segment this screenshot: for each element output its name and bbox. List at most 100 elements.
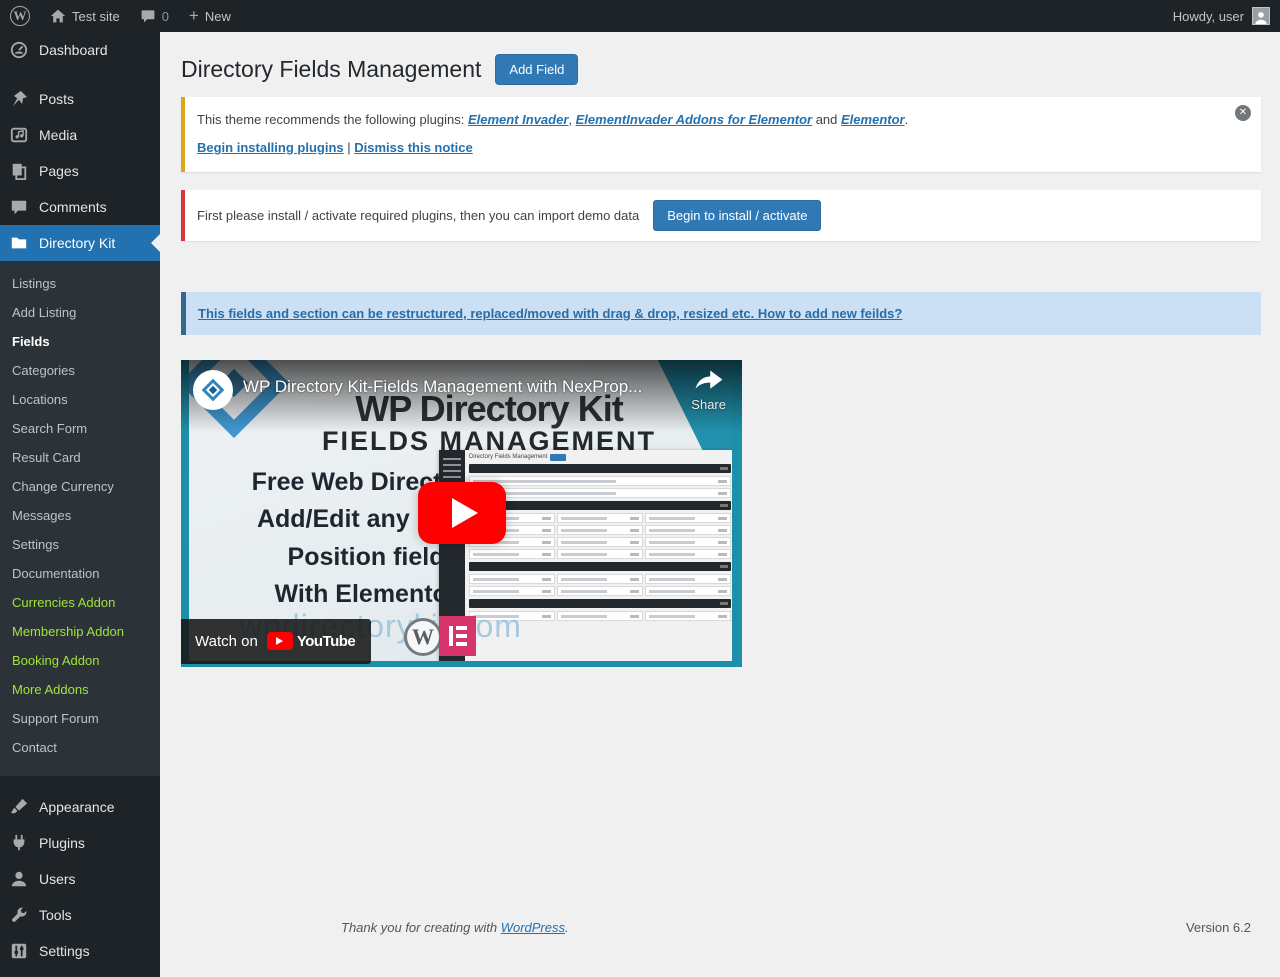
sliders-icon (9, 941, 29, 961)
submenu-item-support-forum[interactable]: Support Forum (0, 704, 160, 733)
sidebar-label: Users (39, 871, 76, 887)
pages-icon (9, 161, 29, 181)
dashboard-icon (9, 40, 29, 60)
sidebar-label: Directory Kit (39, 235, 116, 251)
play-button[interactable] (417, 482, 506, 545)
submenu-item-fields[interactable]: Fields (0, 327, 160, 356)
share-arrow-icon (695, 370, 723, 389)
sidebar-item-pages[interactable]: Pages (0, 153, 160, 189)
submenu-item-add-listing[interactable]: Add Listing (0, 298, 160, 327)
sidebar-item-comments[interactable]: Comments (0, 189, 160, 225)
submenu-item-locations[interactable]: Locations (0, 385, 160, 414)
submenu-item-result-card[interactable]: Result Card (0, 443, 160, 472)
site-link[interactable]: Test site (40, 0, 130, 32)
plugin-link-elementinvader-addons[interactable]: ElementInvader Addons for Elementor (576, 112, 812, 127)
notice-text-line1: This theme recommends the following plug… (197, 110, 1221, 131)
wordpress-logo-icon: W (404, 617, 442, 656)
sidebar-item-appearance[interactable]: Appearance (0, 789, 160, 825)
comments-shortcut[interactable]: 0 (130, 0, 179, 32)
demo-notice-text: First please install / activate required… (197, 207, 640, 223)
wordpress-logo-icon: W (10, 6, 30, 26)
play-triangle-icon (451, 498, 478, 529)
dismiss-this-notice-link[interactable]: Dismiss this notice (354, 140, 472, 155)
plugin-link-element-invader[interactable]: Element Invader (468, 112, 568, 127)
submenu-item-change-currency[interactable]: Change Currency (0, 472, 160, 501)
period: . (565, 920, 569, 935)
sidebar-label: Posts (39, 91, 75, 107)
site-name: Test site (72, 8, 120, 24)
share-button[interactable]: Share (691, 368, 726, 412)
submenu-item-documentation[interactable]: Documentation (0, 559, 160, 588)
begin-installing-plugins-link[interactable]: Begin installing plugins (197, 140, 344, 155)
footer-thanks: Thank you for creating with WordPress. (341, 920, 569, 935)
plus-icon: + (188, 5, 199, 25)
thanks-text: Thank you for creating with (341, 920, 501, 935)
divider: | (343, 139, 355, 155)
sidebar-item-dashboard[interactable]: Dashboard (0, 32, 160, 68)
main-content: Directory Fields Management Add Field ✕ … (160, 0, 1280, 945)
youtube-video-embed[interactable]: WP Directory Kit FIELDS MANAGEMENT Free … (181, 359, 742, 667)
sidebar-item-directory-kit[interactable]: Directory Kit (0, 225, 160, 261)
video-title-link[interactable]: WP Directory Kit-Fields Management with … (243, 377, 679, 397)
pin-icon (9, 89, 29, 109)
submenu-item-categories[interactable]: Categories (0, 356, 160, 385)
wrench-icon (9, 905, 29, 925)
sidebar-separator (0, 776, 160, 789)
plugin-link-elementor[interactable]: Elementor (841, 112, 905, 127)
period: . (904, 112, 909, 127)
submenu-item-membership-addon[interactable]: Membership Addon (0, 617, 160, 646)
submenu-item-messages[interactable]: Messages (0, 501, 160, 530)
submenu-item-settings[interactable]: Settings (0, 530, 160, 559)
begin-install-activate-button[interactable]: Begin to install / activate (653, 199, 822, 231)
media-icon (9, 125, 29, 145)
page-title: Directory Fields Management (181, 55, 482, 82)
new-content-button[interactable]: + New (179, 0, 241, 32)
plug-icon (9, 833, 29, 853)
wordpress-footer-link[interactable]: WordPress (501, 920, 565, 935)
submenu-item-currencies-addon[interactable]: Currencies Addon (0, 588, 160, 617)
notice-prefix: This theme recommends the following plug… (197, 112, 468, 127)
submenu-item-listings[interactable]: Listings (0, 269, 160, 298)
sidebar-label: Pages (39, 163, 79, 179)
demo-data-notice: First please install / activate required… (181, 189, 1261, 241)
sidebar-label: Appearance (39, 799, 115, 815)
submenu-item-booking-addon[interactable]: Booking Addon (0, 646, 160, 675)
comment-count: 0 (161, 8, 169, 24)
notice-text-line2: Begin installing plugins | Dismiss this … (197, 138, 1221, 159)
dismiss-notice-icon[interactable]: ✕ (1235, 105, 1251, 121)
sidebar-label: Settings (39, 943, 90, 959)
comment-bubble-icon (141, 10, 155, 23)
sidebar-item-posts[interactable]: Posts (0, 81, 160, 117)
wordpress-menu-button[interactable]: W (0, 0, 40, 32)
sidebar-item-plugins[interactable]: Plugins (0, 825, 160, 861)
howdy-user[interactable]: Howdy, user (1173, 9, 1244, 24)
person-icon (1255, 12, 1267, 24)
theme-plugins-notice: ✕ This theme recommends the following pl… (181, 97, 1261, 172)
and-text: and (812, 112, 842, 127)
admin-bar: W Test site 0 + New Howdy, user (0, 0, 1280, 32)
youtube-wordmark: YouTube (296, 632, 356, 650)
submenu-item-more-addons[interactable]: More Addons (0, 675, 160, 704)
new-label: New (204, 8, 231, 24)
how-to-add-fields-link[interactable]: This fields and section can be restructu… (198, 306, 902, 321)
share-label: Share (691, 396, 726, 412)
sidebar-item-tools[interactable]: Tools (0, 897, 160, 933)
channel-avatar[interactable] (193, 369, 233, 410)
comments-icon (9, 197, 29, 217)
fields-info-box: This fields and section can be restructu… (181, 291, 1261, 335)
add-field-button[interactable]: Add Field (495, 54, 579, 85)
sidebar-separator (0, 68, 160, 81)
folder-icon (9, 233, 29, 253)
user-icon (9, 869, 29, 889)
youtube-logo: YouTube (266, 632, 356, 651)
mini-admin-title: Directory Fields Management (469, 454, 548, 461)
watch-on-label: Watch on (195, 632, 258, 650)
sidebar-label: Comments (39, 199, 107, 215)
submenu-item-search-form[interactable]: Search Form (0, 414, 160, 443)
sidebar-item-users[interactable]: Users (0, 861, 160, 897)
sidebar-item-settings[interactable]: Settings (0, 933, 160, 969)
sidebar-item-media[interactable]: Media (0, 117, 160, 153)
submenu-item-contact[interactable]: Contact (0, 733, 160, 762)
watch-on-youtube-button[interactable]: Watch on YouTube (181, 618, 372, 664)
user-avatar[interactable] (1252, 7, 1270, 25)
